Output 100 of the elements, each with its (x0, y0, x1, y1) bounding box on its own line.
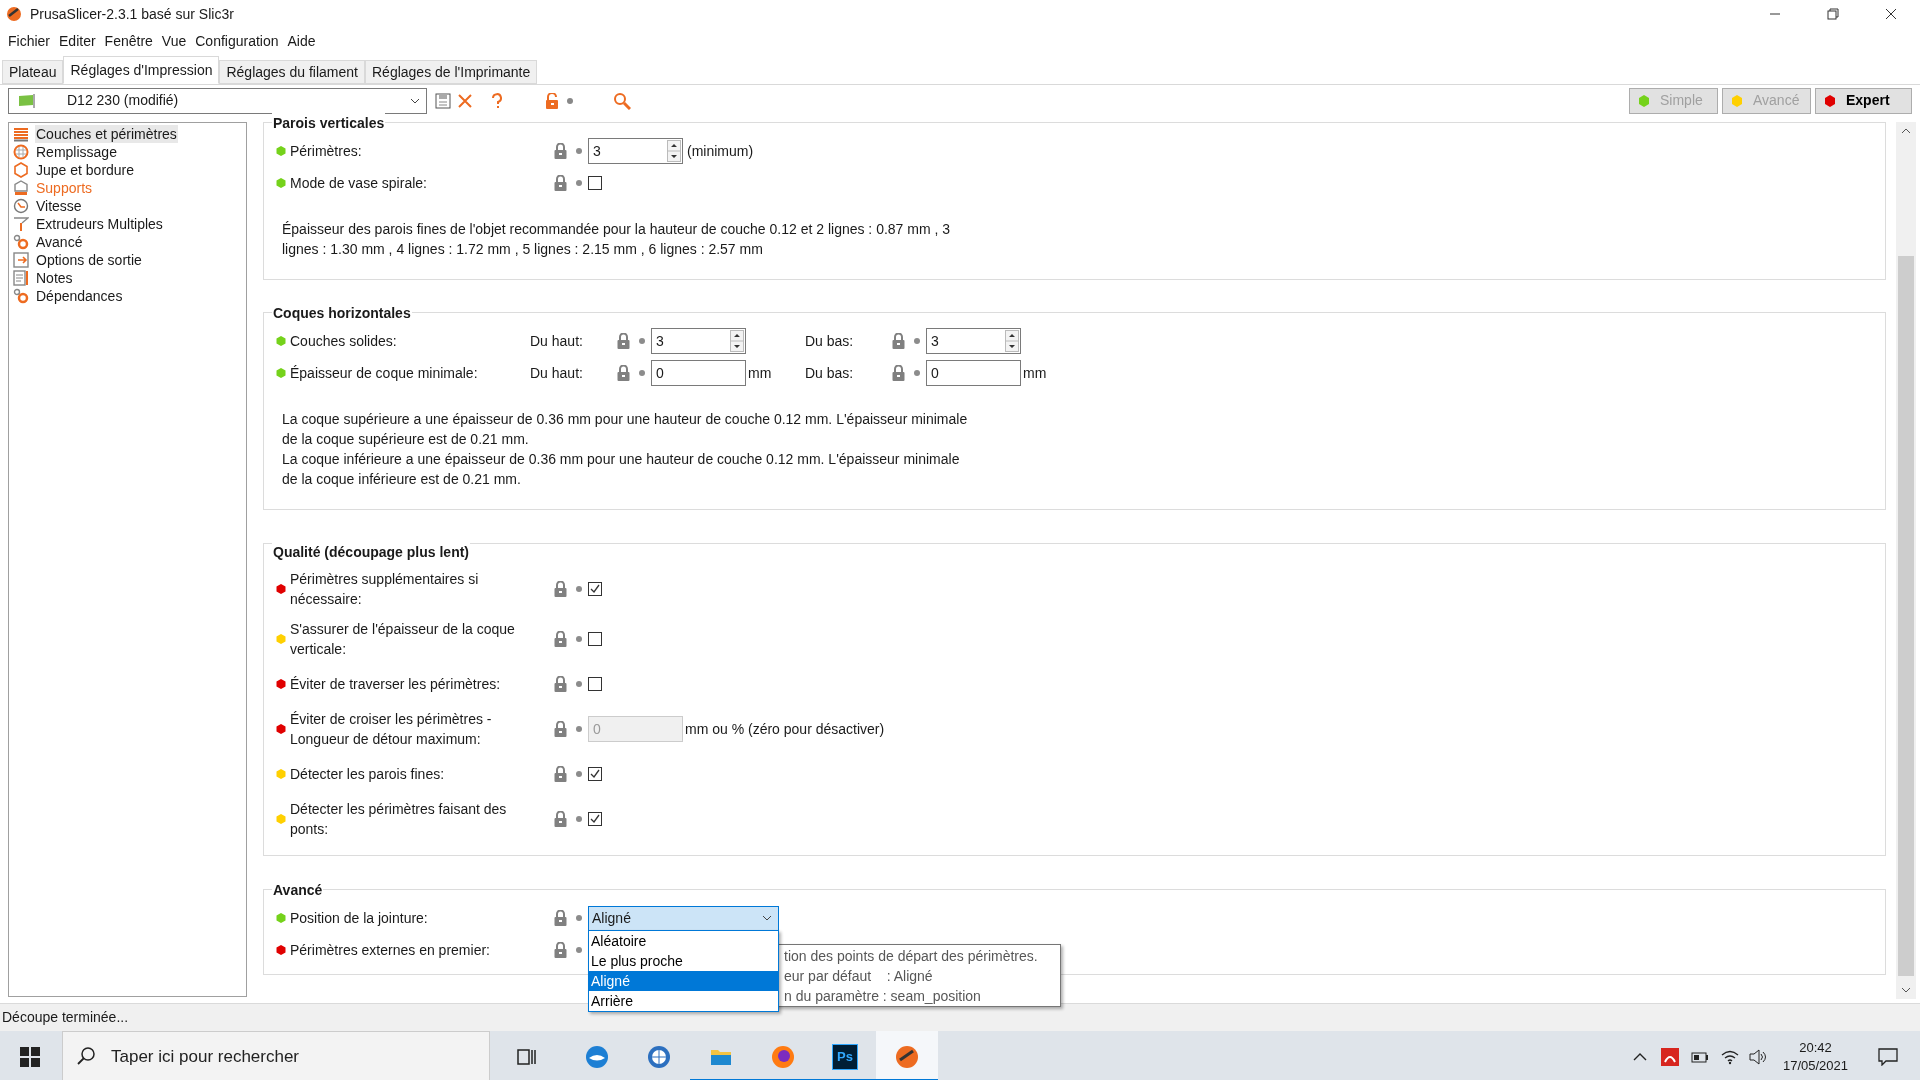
field-label: Périmètres supplémentaires si nécessaire: (290, 570, 480, 609)
checkbox[interactable] (588, 582, 602, 596)
lock-icon[interactable] (554, 631, 567, 647)
checkbox[interactable] (588, 632, 602, 646)
dropdown-option[interactable]: Aléatoire (589, 930, 778, 951)
field-label: Couches solides: (290, 332, 398, 351)
sidebar-item[interactable]: Extrudeurs Multiples (35, 215, 164, 233)
lock-icon[interactable] (554, 721, 567, 737)
lock-icon[interactable] (554, 942, 567, 958)
lock-icon[interactable] (554, 175, 567, 191)
globe-icon (647, 1044, 671, 1069)
taskbar-app[interactable] (876, 1031, 938, 1080)
dropdown-option[interactable]: Le plus proche (589, 950, 778, 971)
gears-icon (13, 234, 29, 250)
layers-icon (13, 126, 29, 142)
dot-icon (576, 947, 582, 953)
checkbox[interactable] (588, 176, 602, 190)
tab[interactable]: Plateau (2, 60, 64, 84)
sidebar-item[interactable]: Avancé (35, 233, 84, 251)
number-field[interactable]: 3 (926, 328, 1021, 354)
number-field[interactable]: 3 (651, 328, 746, 354)
notification-icon[interactable] (1878, 1047, 1898, 1066)
spin-arrows-icon[interactable] (730, 330, 744, 352)
wifi-icon[interactable] (1720, 1048, 1739, 1065)
mode-button[interactable]: Expert (1815, 87, 1912, 114)
lock-icon[interactable] (892, 333, 905, 349)
info-text: Épaisseur des parois fines de l'objet recommandée pour la hauteur de couche 0.12 et 2 lignes : 0.87 mm , 3 lignes : 1.30 mm , 4 lignes : 1.72 mm , 5 lignes : 2.15 mm , 6 lignes : 2.57 mm (282, 220, 952, 259)
sidebar-item[interactable]: Notes (35, 269, 74, 287)
lock-icon[interactable] (554, 766, 567, 782)
search-icon[interactable] (613, 91, 631, 110)
preset-combo[interactable]: D12 230 (modifié) (8, 87, 427, 114)
clock-icon (13, 198, 29, 214)
lock-icon[interactable] (554, 910, 567, 926)
spin-arrows-icon[interactable] (667, 140, 681, 162)
search-icon (76, 1046, 96, 1066)
lock-icon[interactable] (554, 581, 567, 597)
battery-icon[interactable] (1690, 1049, 1709, 1064)
search-field[interactable]: Taper ici pour rechercher (62, 1031, 490, 1080)
field-label: Éviter de traverser les périmètres: (290, 675, 502, 694)
sidebar-item[interactable]: Jupe et bordure (35, 161, 136, 179)
dot-icon (639, 338, 645, 344)
lock-icon[interactable] (554, 676, 567, 692)
scrollbar[interactable] (1896, 122, 1916, 999)
unlocked-lock-icon[interactable] (545, 92, 559, 109)
chevron-up-icon[interactable] (1632, 1052, 1647, 1061)
spin-arrows-icon[interactable] (1005, 330, 1019, 352)
scroll-down-icon[interactable] (1901, 987, 1911, 993)
checkbox[interactable] (588, 812, 602, 826)
field-label: Périmètres externes en premier: (290, 941, 491, 960)
sidebar-item[interactable]: Remplissage (35, 143, 118, 161)
menu-item[interactable]: Configuration (191, 30, 283, 52)
scroll-up-icon[interactable] (1901, 128, 1911, 134)
menu-item[interactable]: Fenêtre (100, 30, 157, 52)
status-text: Découpe terminée... (2, 1008, 129, 1027)
mesh-icon (13, 144, 29, 160)
lock-icon[interactable] (892, 365, 905, 381)
number-field[interactable]: 3 (588, 138, 683, 164)
dot-icon (576, 586, 582, 592)
dot-icon (639, 370, 645, 376)
unit-label: (minimum) (687, 141, 754, 161)
dropdown-option[interactable]: Arrière (589, 990, 778, 1011)
sidebar-item[interactable]: Vitesse (35, 197, 83, 215)
help-icon[interactable] (491, 92, 503, 109)
sidebar-item[interactable]: Options de sortie (35, 251, 143, 269)
checkbox[interactable] (588, 677, 602, 691)
checkbox[interactable] (588, 767, 602, 781)
menu-item[interactable]: Editer (55, 30, 100, 52)
lock-icon[interactable] (554, 811, 567, 827)
windows-logo-icon[interactable] (20, 1046, 40, 1067)
slicer-logo-icon (895, 1044, 919, 1069)
tab[interactable]: Réglages du filament (219, 60, 365, 84)
scrollbar-thumb[interactable] (1898, 256, 1914, 976)
dot-icon (576, 148, 582, 154)
menu-item[interactable]: Fichier (4, 30, 54, 52)
text-field[interactable]: 0 (926, 360, 1021, 386)
sidebar-item[interactable]: Dépendances (35, 287, 124, 305)
app-logo-icon (6, 6, 22, 22)
dropdown[interactable]: Aligné (588, 905, 779, 931)
tab[interactable]: Réglages de l'Imprimante (365, 60, 538, 84)
lock-icon[interactable] (617, 333, 630, 349)
flag-icon (17, 93, 37, 108)
field-label: Position de la jointure: (290, 909, 429, 928)
field-label: Du haut: (530, 331, 584, 351)
menu-item[interactable]: Vue (157, 30, 191, 52)
unit-label: mm (748, 363, 772, 383)
nozzle-icon (13, 216, 29, 232)
sidebar-item[interactable]: Couches et périmètres (35, 125, 178, 143)
dropdown-option[interactable]: Aligné (589, 970, 778, 991)
menu-item[interactable]: Aide (283, 30, 320, 52)
text-field[interactable]: 0 (651, 360, 746, 386)
dot-icon (567, 97, 573, 104)
tab[interactable]: Réglages d'Impression (63, 56, 220, 84)
save-icon[interactable] (435, 92, 451, 109)
notes-icon (13, 270, 29, 286)
lock-icon[interactable] (554, 143, 567, 159)
section-title: Qualité (découpage plus lent) (272, 542, 471, 562)
clock[interactable]: 20:42 17/05/2021 (1782, 1038, 1848, 1075)
lock-icon[interactable] (617, 365, 630, 381)
speaker-icon[interactable] (1748, 1048, 1767, 1065)
caret-icon (410, 97, 420, 104)
